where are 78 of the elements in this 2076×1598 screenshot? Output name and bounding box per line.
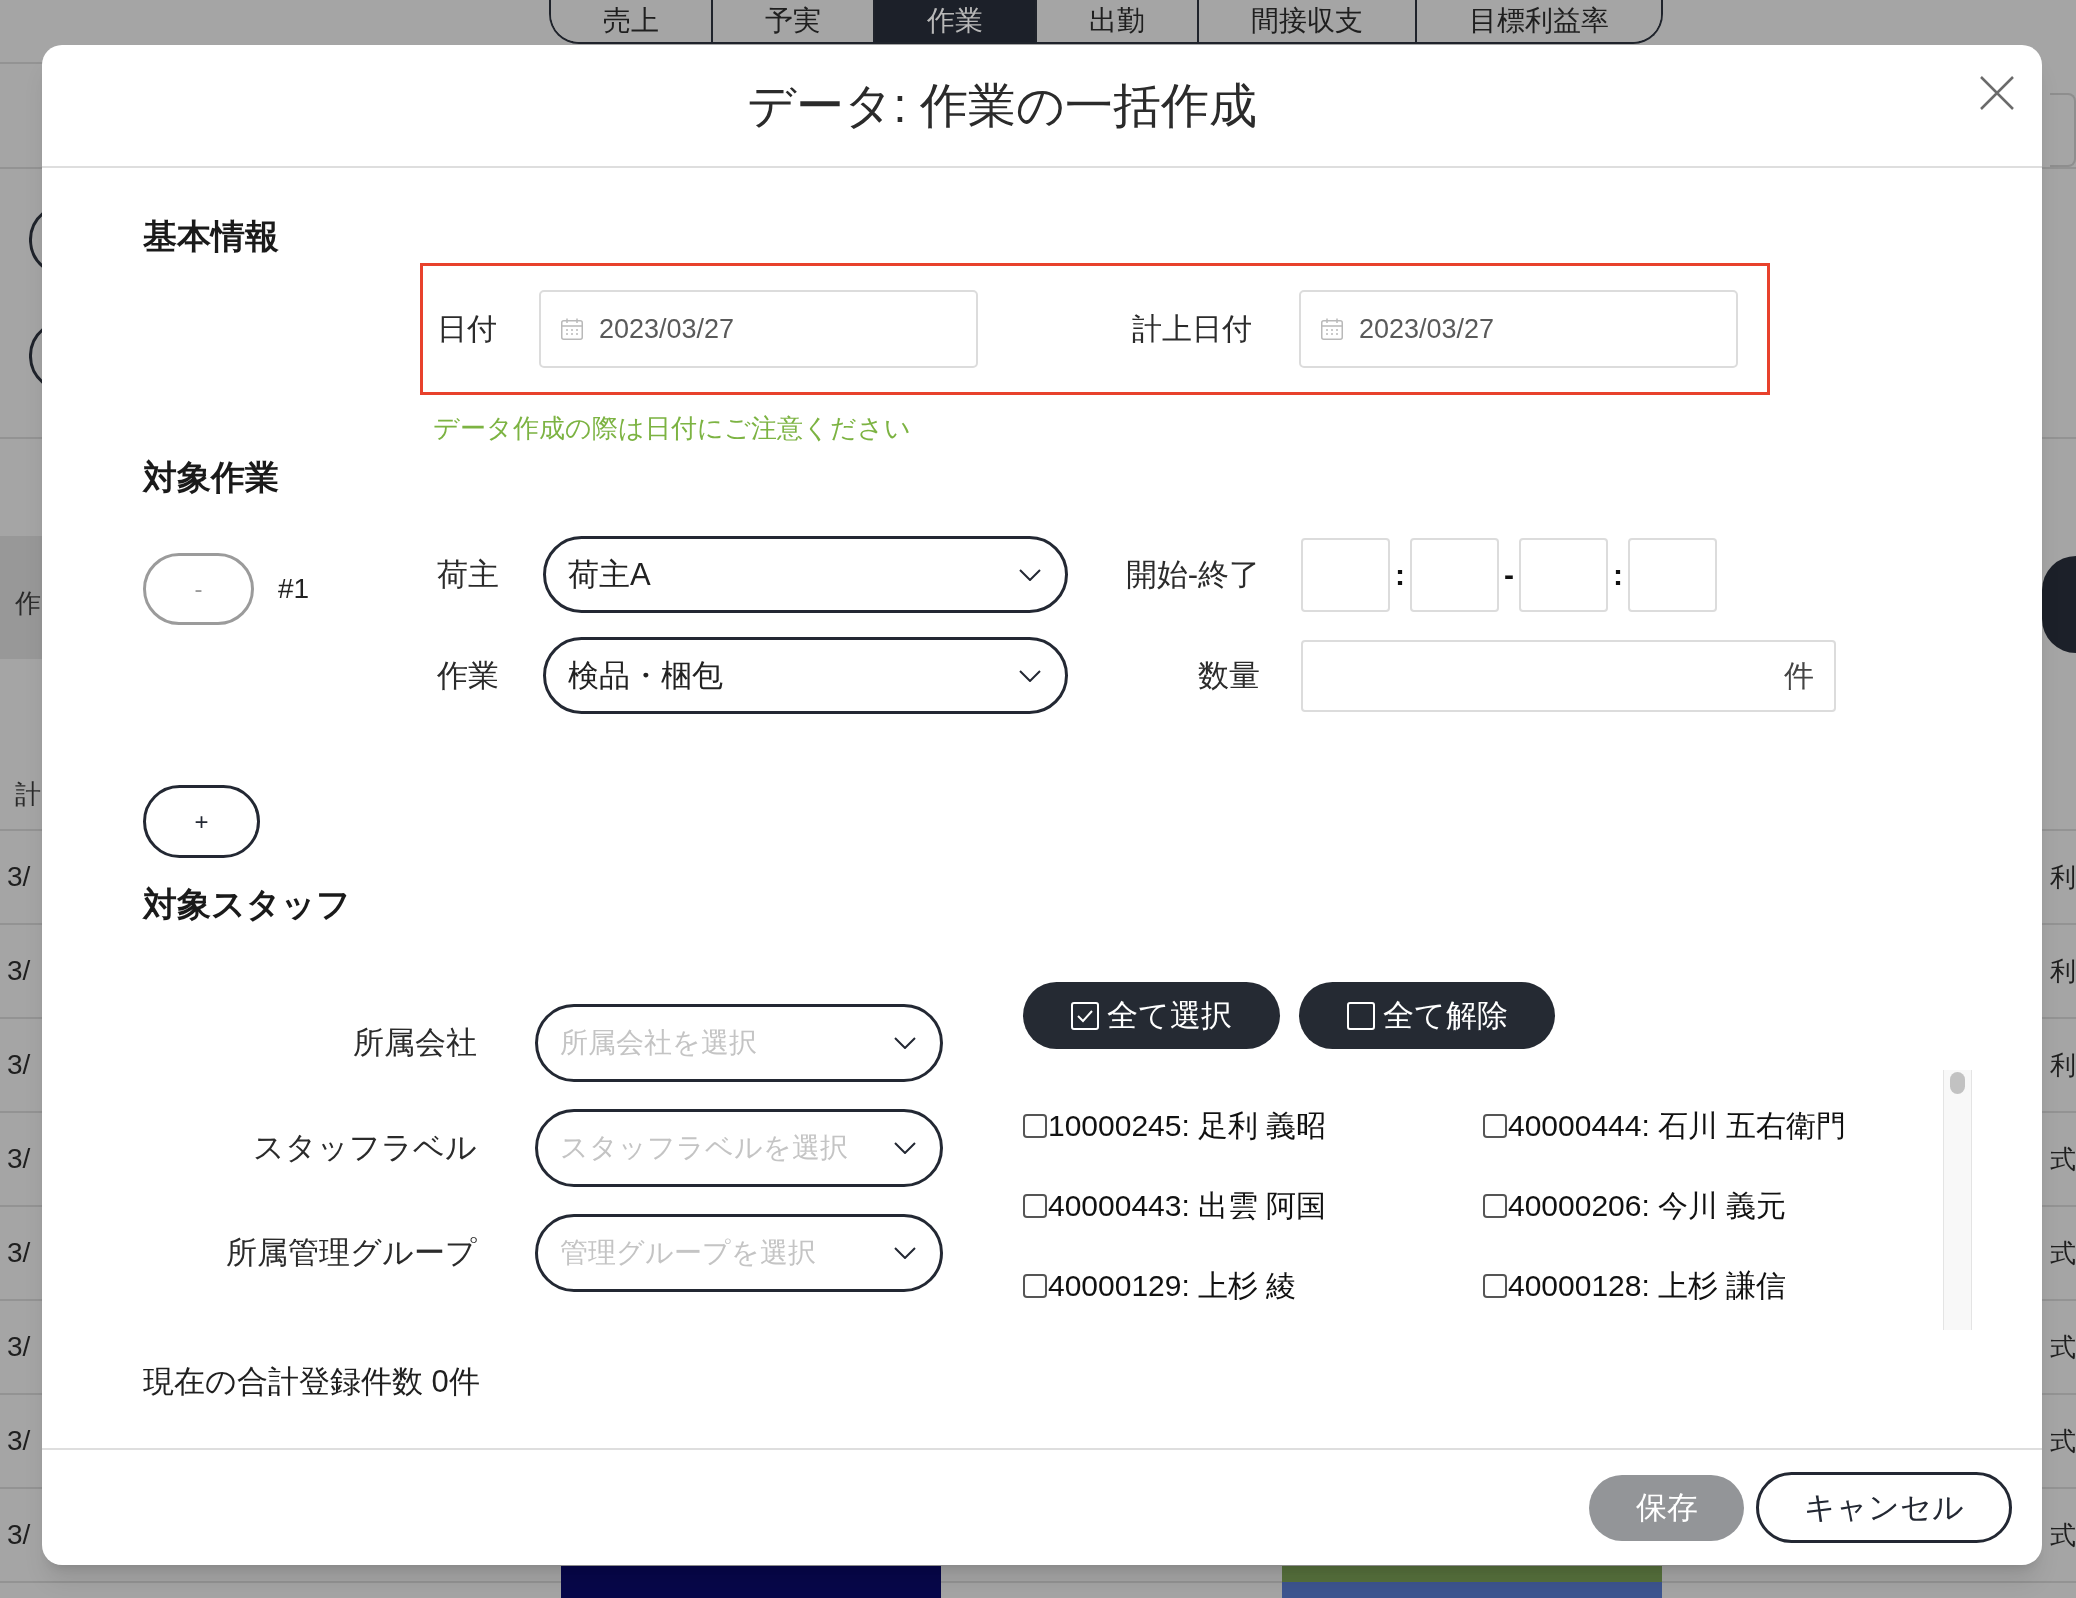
field-label: 作業 [437,657,499,694]
header-text: 計 [15,778,41,811]
date-field[interactable]: 2023/03/27 [1299,290,1738,368]
table-cell-text: 式 [2050,1237,2076,1270]
field-label: スタッフラベル [253,1130,477,1166]
section-heading: 対象作業 [143,457,279,497]
field-label: 荷主 [437,556,499,593]
table-cell: 3/ [7,1518,31,1552]
scrollbar-thumb[interactable] [1950,1072,1965,1094]
time-field[interactable] [1301,537,1390,612]
section-heading: 基本情報 [143,216,279,256]
table-cell-text: 式 [2050,1143,2076,1176]
section-heading: 対象スタッフ [143,884,351,924]
chevron-down-icon [894,1247,916,1259]
checkbox-label[interactable]: 40000443: 出雲 阿国 [1048,1188,1327,1224]
checkbox[interactable] [1023,1194,1047,1218]
checkbox[interactable] [1023,1114,1047,1138]
checkbox[interactable] [1023,1274,1047,1298]
checkbox[interactable] [1483,1194,1507,1218]
total-count-text: 現在の合計登録件数 0件 [143,1363,480,1401]
checkbox-label[interactable]: 40000206: 今川 義元 [1508,1188,1787,1224]
add-button[interactable]: + [143,785,260,858]
table-cell: 3/ [7,860,31,894]
table-cell-text: 式 [2050,1519,2076,1552]
time-field[interactable] [1628,537,1717,612]
checkbox[interactable] [1483,1114,1507,1138]
table-cell-text: 式 [2050,1425,2076,1458]
chevron-down-icon [1019,568,1041,581]
table-cell: 3/ [7,1048,31,1082]
calendar-icon [1321,318,1343,340]
field-label: 所属管理グループ [226,1235,477,1271]
select-all-button[interactable]: 全て選択 [1023,982,1280,1049]
time-separator: : [1394,556,1406,593]
time-field[interactable] [1410,537,1499,612]
table-cell: 3/ [7,1142,31,1176]
quantity-field[interactable]: 件 [1301,639,1836,712]
cancel-button[interactable]: キャンセル [1756,1472,2012,1543]
close-button[interactable] [1980,76,2014,110]
date-field[interactable]: 2023/03/27 [539,290,978,368]
row-number: #1 [278,572,310,606]
table-cell: 3/ [7,954,31,988]
field-label: 所属会社 [353,1025,477,1061]
field-label: 数量 [1198,657,1260,694]
time-separator: - [1503,556,1515,593]
calendar-icon [561,318,583,340]
field-label: 計上日付 [1132,311,1252,347]
table-cell: 3/ [7,1236,31,1270]
dropdown[interactable]: 荷主A [543,536,1068,613]
clear-all-button[interactable]: 全て解除 [1299,982,1555,1049]
field-label: 日付 [437,311,497,347]
table-cell-text: 利 [2050,1049,2076,1082]
field-label: 開始-終了 [1125,556,1260,593]
tab[interactable]: 目標利益率 [1415,0,1661,42]
hint-text: データ作成の際は日付にご注意ください [433,413,911,443]
table-cell-text: 利 [2050,861,2076,894]
button-edge-drawing [29,212,43,268]
button-edge-drawing [29,328,43,384]
header-text: 作 [15,587,41,618]
checkbox-label[interactable]: 10000245: 足利 義昭 [1048,1108,1327,1144]
chevron-down-icon [894,1142,916,1154]
time-separator: : [1612,556,1624,593]
checkbox-label[interactable]: 40000444: 石川 五右衛門 [1508,1108,1847,1144]
time-field[interactable] [1519,537,1608,612]
chevron-down-icon [894,1037,916,1049]
scrollbar[interactable] [1943,1070,1972,1330]
tab[interactable]: 作業 [873,0,1035,42]
table-cell: 3/ [7,1330,31,1364]
checkbox-label[interactable]: 40000129: 上杉 綾 [1048,1268,1297,1304]
empty-box-icon [1346,1001,1375,1030]
checkbox-label[interactable]: 40000128: 上杉 謙信 [1508,1268,1787,1304]
dialog-title: データ: 作業の一括作成 [747,77,1257,134]
table-cell-text: 利 [2050,955,2076,988]
table-cell-text: 式 [2050,1331,2076,1364]
chevron-down-icon [1019,669,1041,682]
table-cell: 3/ [7,1424,31,1458]
checked-box-icon [1071,1001,1099,1030]
checkbox[interactable] [1483,1274,1507,1298]
dropdown[interactable]: 検品・梱包 [543,637,1068,714]
